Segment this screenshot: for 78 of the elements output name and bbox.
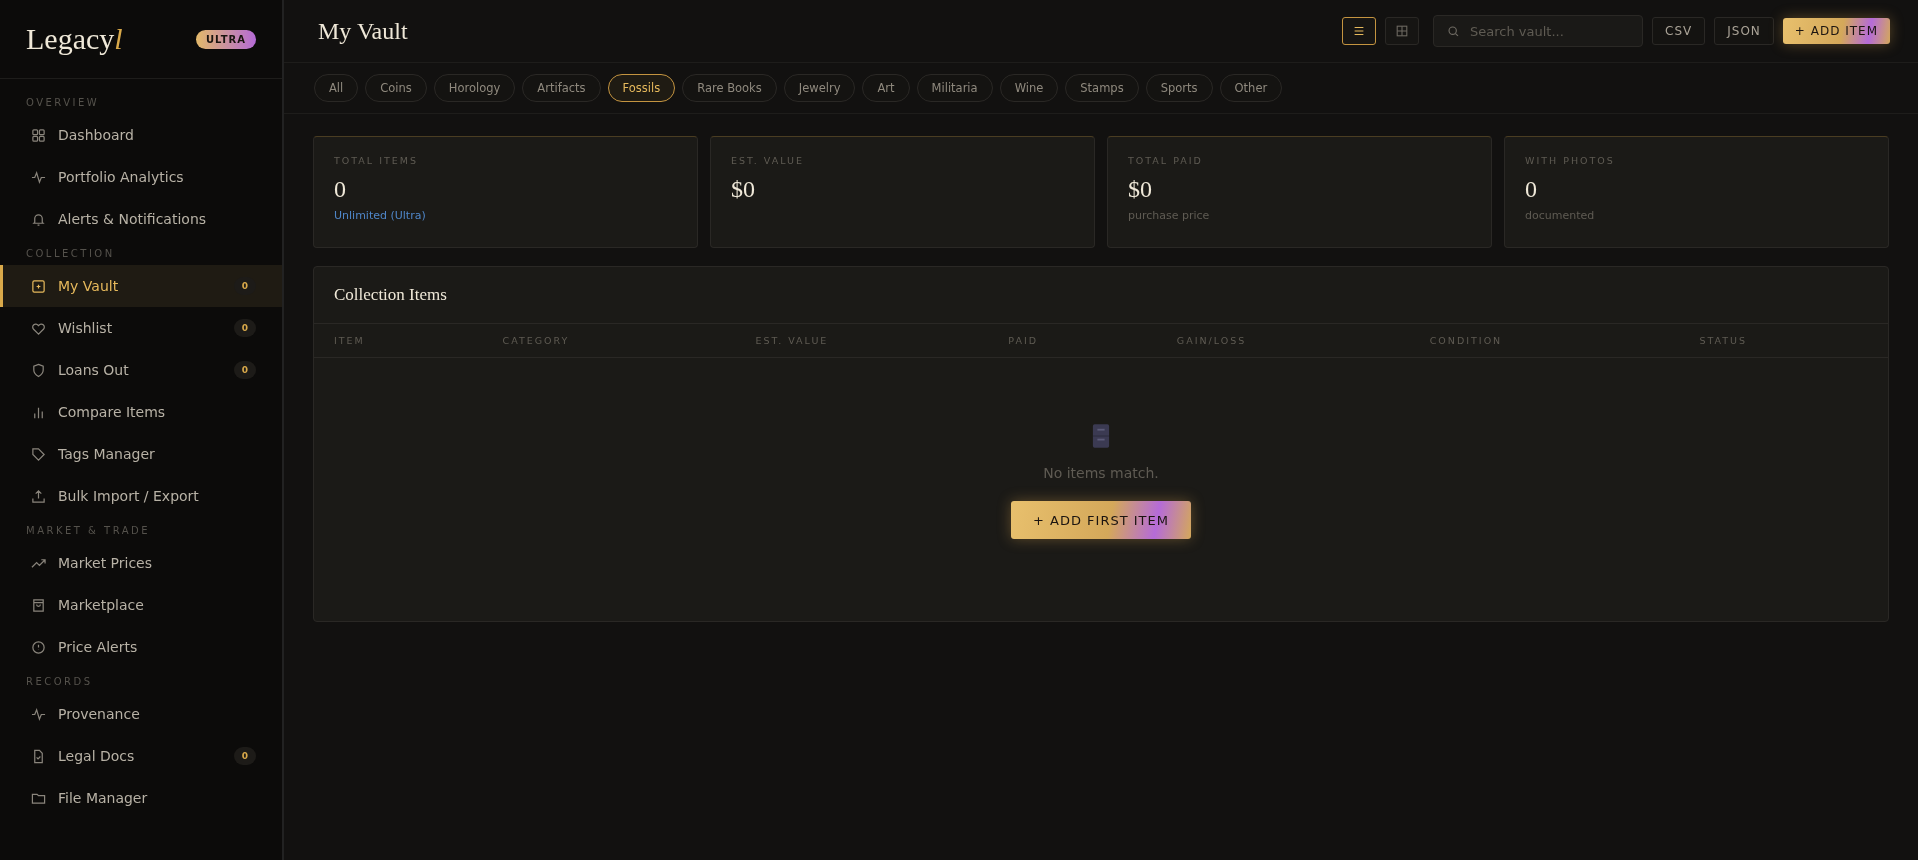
- cabinet-icon: [1092, 423, 1110, 449]
- filter-chip[interactable]: Horology: [433, 74, 516, 102]
- column-header: CONDITION: [1429, 335, 1504, 346]
- filter-chip[interactable]: Stamps: [1065, 74, 1139, 102]
- export-button[interactable]: CSV: [1652, 17, 1706, 45]
- filter-chip[interactable]: Fossils: [607, 74, 676, 102]
- stat-label: TOTAL ITEMS: [334, 155, 419, 166]
- stat-value: $0: [1128, 176, 1153, 203]
- shield-icon: [31, 362, 46, 378]
- filter-chip[interactable]: Militaria: [916, 74, 993, 102]
- filter-chip[interactable]: Art: [862, 74, 910, 102]
- stat-note: documented: [1525, 209, 1596, 222]
- stat-value: $0: [731, 176, 756, 203]
- count-badge: 0: [233, 361, 256, 379]
- nav-item[interactable]: Tags Manager: [0, 433, 282, 475]
- filter-chip[interactable]: Jewelry: [783, 74, 856, 102]
- pulse-icon: [31, 169, 46, 185]
- section-heading: MARKET & TRADE: [25, 524, 152, 538]
- nav-item[interactable]: Bulk Import / Export: [0, 475, 282, 517]
- column-header: PAID: [1008, 335, 1040, 346]
- nav-item[interactable]: Provenance: [0, 693, 282, 735]
- grid-icon: [1395, 24, 1409, 38]
- filter-chip[interactable]: Artifacts: [522, 74, 601, 102]
- list-view-button[interactable]: [1342, 17, 1376, 45]
- stat-label: TOTAL PAID: [1128, 155, 1204, 166]
- stat-value: 0: [1525, 176, 1538, 203]
- nav-item[interactable]: File Manager: [0, 777, 282, 819]
- column-header: EST. VALUE: [755, 335, 830, 346]
- page-title: My Vault: [318, 17, 408, 45]
- nav-item[interactable]: Legal Docs 0: [0, 735, 282, 777]
- count-badge: 0: [233, 277, 256, 295]
- heart-icon: [31, 320, 46, 336]
- add-item-button[interactable]: + ADD ITEM: [1782, 18, 1890, 44]
- column-header: GAIN/LOSS: [1176, 335, 1248, 346]
- column-header: STATUS: [1699, 335, 1749, 346]
- filter-chip[interactable]: Wine: [999, 74, 1059, 102]
- upload-icon: [31, 488, 46, 504]
- list-icon: [1352, 24, 1366, 38]
- filter-chip[interactable]: Rare Books: [682, 74, 777, 102]
- nav-item[interactable]: Marketplace: [0, 584, 282, 626]
- column-header: CATEGORY: [502, 335, 571, 346]
- count-badge: 0: [233, 319, 256, 337]
- table-title: Collection Items: [314, 267, 1888, 324]
- search-field[interactable]: Search vault...: [1433, 15, 1643, 47]
- section-heading: COLLECTION: [25, 247, 116, 261]
- nav-item[interactable]: Portfolio Analytics: [0, 156, 282, 198]
- alert-icon: [31, 639, 46, 655]
- doc-icon: [31, 748, 46, 764]
- nav-item[interactable]: My Vault 0: [0, 265, 282, 307]
- export-button[interactable]: JSON: [1714, 17, 1774, 45]
- nav-item[interactable]: Loans Out 0: [0, 349, 282, 391]
- stat-label: WITH PHOTOS: [1525, 155, 1616, 166]
- pulse-icon: [31, 706, 46, 722]
- nav-item[interactable]: Dashboard: [0, 114, 282, 156]
- nav-item[interactable]: Market Prices: [0, 542, 282, 584]
- logo: Legacyl: [26, 22, 123, 56]
- filter-chip[interactable]: Sports: [1145, 74, 1213, 102]
- filter-chip[interactable]: All: [314, 74, 359, 102]
- plan-badge: ULTRA: [195, 29, 256, 49]
- stat-note: purchase price: [1128, 209, 1211, 222]
- stat-label: EST. VALUE: [731, 155, 805, 166]
- filter-chip[interactable]: Other: [1219, 74, 1283, 102]
- section-heading: RECORDS: [25, 675, 94, 689]
- grid-icon: [31, 127, 46, 143]
- nav-item[interactable]: Wishlist 0: [0, 307, 282, 349]
- nav-item[interactable]: Alerts & Notifications: [0, 198, 282, 240]
- empty-message: No items match.: [1043, 465, 1159, 481]
- filter-chip[interactable]: Coins: [365, 74, 427, 102]
- column-header: ITEM: [334, 335, 366, 346]
- nav-item[interactable]: Price Alerts: [0, 626, 282, 668]
- nav-item[interactable]: Compare Items: [0, 391, 282, 433]
- tag-icon: [31, 446, 46, 462]
- add-first-item-button[interactable]: + ADD FIRST ITEM: [1011, 501, 1191, 539]
- stat-note: Unlimited (Ultra): [334, 209, 427, 222]
- section-heading: OVERVIEW: [25, 96, 101, 110]
- bell-icon: [31, 211, 46, 227]
- count-badge: 0: [233, 747, 256, 765]
- stat-value: 0: [334, 176, 347, 203]
